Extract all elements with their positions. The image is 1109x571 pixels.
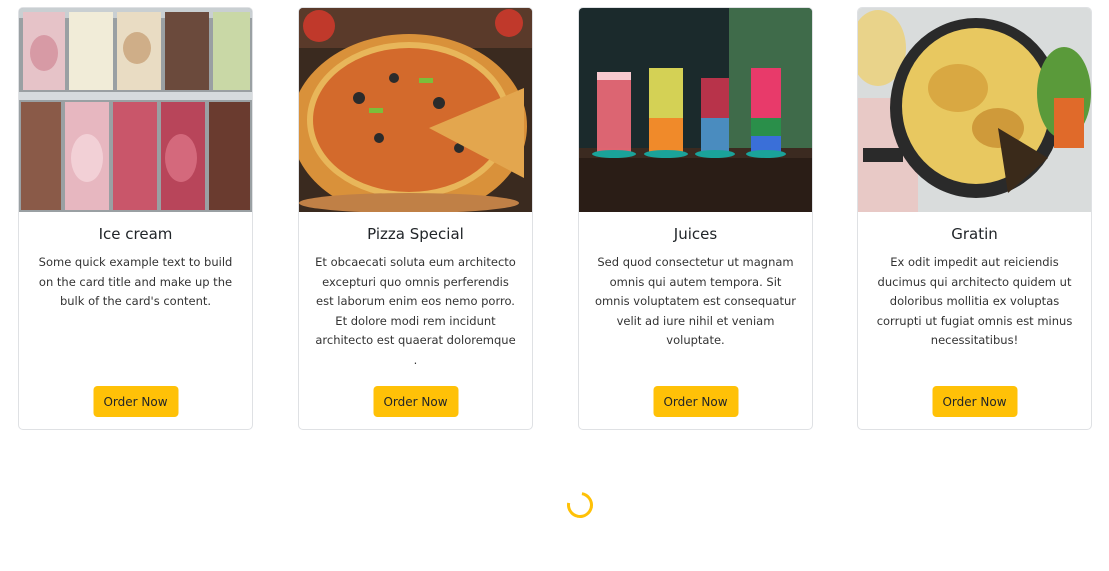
card-text: Et obcaecati soluta eum architecto excep… <box>315 255 516 367</box>
juices-image <box>579 8 812 212</box>
order-now-button[interactable]: Order Now <box>653 386 738 417</box>
ice-cream-image <box>19 8 252 212</box>
card-title: Ice cream <box>98 225 173 243</box>
order-now-button[interactable]: Order Now <box>93 386 178 417</box>
card-gratin: Gratin Ex odit impedit aut reiciendis du… <box>857 7 1092 430</box>
order-now-button[interactable]: Order Now <box>932 386 1017 417</box>
card-text: Ex odit impedit aut reiciendis ducimus q… <box>876 255 1073 347</box>
pizza-image <box>299 8 532 212</box>
spinner-icon <box>561 486 599 524</box>
card-text: Some quick example text to build on the … <box>38 255 233 308</box>
card-ice-cream: Ice cream Some quick example text to bui… <box>18 7 253 430</box>
card-title: Pizza Special <box>367 225 464 243</box>
card-list: Ice cream Some quick example text to bui… <box>18 7 1092 430</box>
card-title: Juices <box>673 225 718 243</box>
gratin-image <box>858 8 1091 212</box>
order-now-button[interactable]: Order Now <box>373 386 458 417</box>
card-pizza-special: Pizza Special Et obcaecati soluta eum ar… <box>298 7 533 430</box>
card-juices: Juices Sed quod consectetur ut magnam om… <box>578 7 813 430</box>
card-text: Sed quod consectetur ut magnam omnis qui… <box>594 255 797 347</box>
card-title: Gratin <box>951 225 998 243</box>
